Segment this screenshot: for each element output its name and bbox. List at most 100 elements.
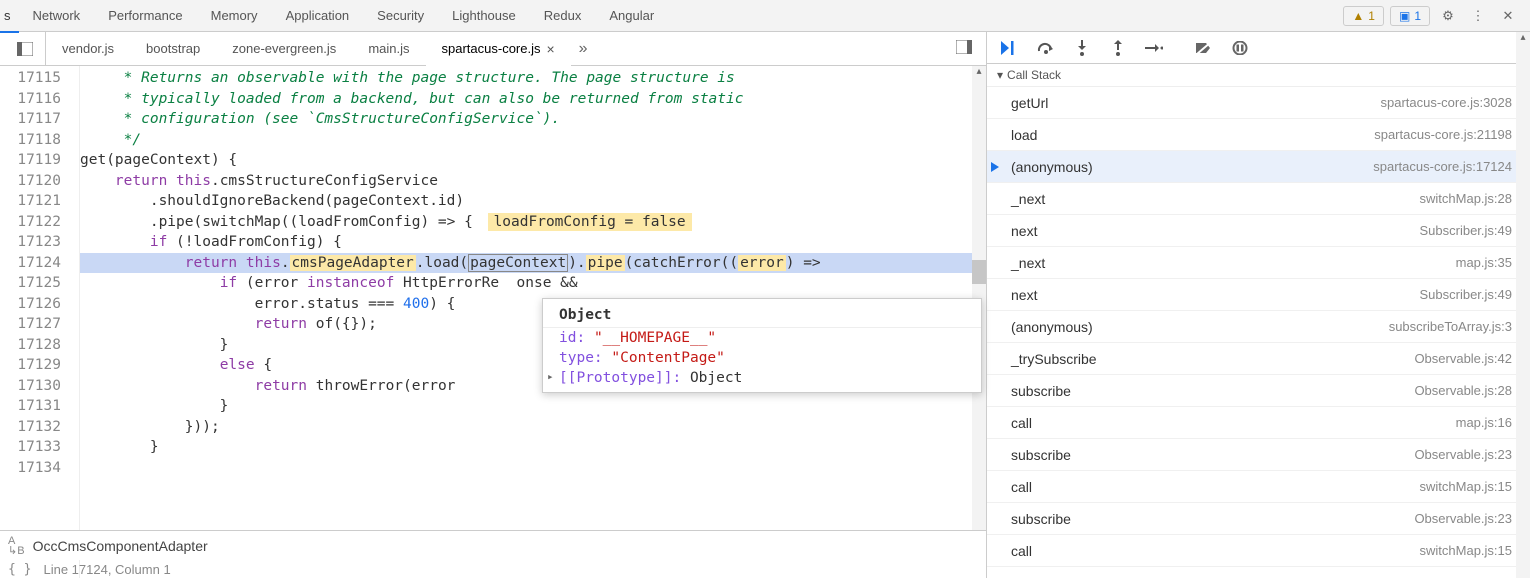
line-number[interactable]: 17120: [0, 171, 61, 192]
line-number[interactable]: 17123: [0, 232, 61, 253]
frame-source: map.js:16: [1456, 415, 1512, 430]
debug-toolbar: [987, 32, 1530, 64]
tooltip-title: Object: [543, 303, 981, 328]
scrollbar-thumb[interactable]: [972, 260, 986, 284]
top-tab[interactable]: Angular: [595, 0, 668, 32]
file-tab[interactable]: vendor.js: [46, 32, 130, 66]
line-number[interactable]: 17121: [0, 191, 61, 212]
line-number[interactable]: 17117: [0, 109, 61, 130]
top-tab[interactable]: Performance: [94, 0, 196, 32]
callstack-frame[interactable]: _trySubscribeObservable.js:42: [987, 343, 1530, 375]
frame-function: _trySubscribe: [1001, 351, 1097, 367]
deactivate-breakpoints-icon[interactable]: [1189, 34, 1219, 62]
frame-source: switchMap.js:28: [1420, 191, 1512, 206]
file-tab[interactable]: main.js: [352, 32, 425, 66]
file-tab[interactable]: bootstrap: [130, 32, 216, 66]
frame-source: spartacus-core.js:21198: [1374, 127, 1512, 142]
status-bar: { } Line 17124, Column 1: [0, 560, 171, 578]
debugger-pane: ▾Call Stack getUrlspartacus-core.js:3028…: [987, 32, 1530, 578]
braces-icon[interactable]: { }: [8, 562, 31, 577]
line-number[interactable]: 17116: [0, 89, 61, 110]
callstack-frame[interactable]: load spartacus-core.js:21198: [987, 119, 1530, 151]
top-tab[interactable]: Security: [363, 0, 438, 32]
line-number[interactable]: 17127: [0, 314, 61, 335]
line-number[interactable]: 17126: [0, 294, 61, 315]
frame-source: spartacus-core.js:3028: [1380, 95, 1512, 110]
top-tab[interactable]: Lighthouse: [438, 0, 530, 32]
match-case-icon[interactable]: A↳B: [8, 536, 25, 556]
line-number[interactable]: 17125: [0, 273, 61, 294]
code-line: */: [80, 130, 986, 151]
line-number[interactable]: 17131: [0, 396, 61, 417]
vertical-scrollbar[interactable]: [1516, 32, 1530, 578]
step-over-icon[interactable]: [1031, 34, 1061, 62]
callstack-frame[interactable]: _next map.js:35: [987, 247, 1530, 279]
messages-badge[interactable]: ▣1: [1390, 6, 1430, 26]
message-icon: ▣: [1399, 9, 1410, 23]
callstack-frame[interactable]: (anonymous)spartacus-core.js:17124: [987, 151, 1530, 183]
file-tab[interactable]: zone-evergreen.js: [216, 32, 352, 66]
top-tab[interactable]: s: [0, 0, 19, 32]
frame-source: switchMap.js:15: [1420, 543, 1512, 558]
search-input[interactable]: [33, 533, 978, 559]
callstack-frame[interactable]: nextSubscriber.js:49: [987, 279, 1530, 311]
settings-icon[interactable]: ⚙: [1434, 2, 1462, 30]
callstack-frame[interactable]: callswitchMap.js:15: [987, 535, 1530, 567]
callstack-frame[interactable]: callswitchMap.js:15: [987, 471, 1530, 503]
file-tab[interactable]: spartacus-core.js×: [426, 32, 571, 66]
code-line: if (error instanceof HttpErrorRe onse &&: [80, 273, 986, 294]
code-line: return this.cmsStructureConfigService: [80, 171, 986, 192]
frame-function: load: [1001, 127, 1037, 143]
line-number[interactable]: 17133: [0, 437, 61, 458]
frame-source: switchMap.js:15: [1420, 479, 1512, 494]
callstack-frame[interactable]: subscribeObservable.js:23: [987, 503, 1530, 535]
line-number[interactable]: 17118: [0, 130, 61, 151]
top-tab[interactable]: Network: [19, 0, 95, 32]
more-tabs-icon[interactable]: »: [571, 40, 596, 58]
line-number[interactable]: 17134: [0, 458, 61, 479]
line-number[interactable]: 17124: [0, 253, 61, 274]
line-number[interactable]: 17130: [0, 376, 61, 397]
line-number[interactable]: 17115: [0, 68, 61, 89]
tooltip-property: id: "__HOMEPAGE__": [543, 328, 981, 348]
frame-source: map.js:35: [1456, 255, 1512, 270]
resume-icon[interactable]: [995, 34, 1025, 62]
close-tab-icon[interactable]: ×: [546, 32, 554, 66]
kebab-menu-icon[interactable]: ⋮: [1464, 2, 1492, 30]
callstack-frame[interactable]: (anonymous)subscribeToArray.js:3: [987, 311, 1530, 343]
top-tab[interactable]: Application: [272, 0, 364, 32]
line-gutter: 1711517116171171711817119171201712117122…: [0, 66, 80, 578]
line-number[interactable]: 17128: [0, 335, 61, 356]
frame-source: subscribeToArray.js:3: [1389, 319, 1512, 334]
callstack-frame[interactable]: _nextswitchMap.js:28: [987, 183, 1530, 215]
code-line: return this.cmsPageAdapter.load(pageCont…: [80, 253, 986, 274]
step-into-icon[interactable]: [1067, 34, 1097, 62]
callstack-frame[interactable]: subscribeObservable.js:28: [987, 375, 1530, 407]
line-number[interactable]: 17119: [0, 150, 61, 171]
tooltip-property[interactable]: [[Prototype]]: Object: [543, 368, 981, 388]
frame-function: (anonymous): [1001, 159, 1093, 175]
top-tab[interactable]: Memory: [197, 0, 272, 32]
code-line: * configuration (see `CmsStructureConfig…: [80, 109, 986, 130]
top-tab[interactable]: Redux: [530, 0, 596, 32]
warning-icon: ▲: [1352, 9, 1364, 23]
show-debugger-icon[interactable]: [946, 40, 982, 57]
callstack-frame[interactable]: subscribeObservable.js:23: [987, 439, 1530, 471]
step-icon[interactable]: [1139, 34, 1169, 62]
line-number[interactable]: 17129: [0, 355, 61, 376]
step-out-icon[interactable]: [1103, 34, 1133, 62]
callstack-frame[interactable]: getUrlspartacus-core.js:3028: [987, 87, 1530, 119]
callstack-frame[interactable]: callmap.js:16: [987, 407, 1530, 439]
callstack-header[interactable]: ▾Call Stack: [987, 64, 1530, 87]
pause-exceptions-icon[interactable]: [1225, 34, 1255, 62]
code-line: .shouldIgnoreBackend(pageContext.id): [80, 191, 986, 212]
show-navigator-icon[interactable]: [11, 35, 39, 63]
close-devtools-icon[interactable]: ✕: [1494, 2, 1522, 30]
frame-function: subscribe: [1001, 511, 1071, 527]
line-number[interactable]: 17122: [0, 212, 61, 233]
frame-source: Observable.js:23: [1414, 447, 1512, 462]
line-number[interactable]: 17132: [0, 417, 61, 438]
warnings-badge[interactable]: ▲1: [1343, 6, 1384, 26]
callstack-frame[interactable]: nextSubscriber.js:49: [987, 215, 1530, 247]
frame-function: _next: [1001, 255, 1045, 271]
